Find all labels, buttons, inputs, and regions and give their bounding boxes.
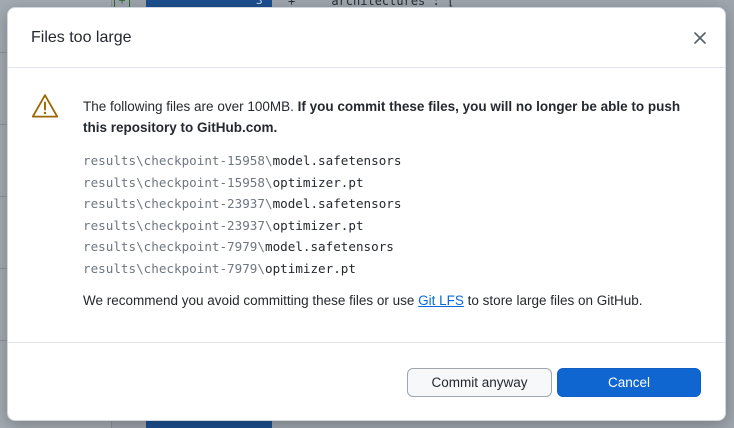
background-line-number: 3 — [256, 0, 263, 7]
dialog-body: The following files are over 100MB. If y… — [8, 69, 725, 343]
file-item: results\checkpoint-7979\model.safetensor… — [83, 236, 401, 258]
file-directory: results\checkpoint-15958\ — [83, 153, 273, 168]
file-item: results\checkpoint-23937\model.safetenso… — [83, 193, 401, 215]
file-name: optimizer.pt — [272, 174, 364, 190]
close-button[interactable] — [689, 27, 711, 49]
warning-message: The following files are over 100MB. If y… — [83, 96, 693, 138]
recommendation-text: We recommend you avoid committing these … — [83, 291, 703, 311]
warning-triangle-icon — [31, 94, 59, 118]
file-name: model.safetensors — [272, 153, 402, 168]
file-directory: results\checkpoint-15958\ — [83, 174, 273, 190]
large-file-list: results\checkpoint-15958\model.safetenso… — [83, 150, 401, 279]
file-name: model.safetensors — [272, 196, 402, 211]
file-item: results\checkpoint-7979\optimizer.pt — [83, 258, 401, 280]
file-name: optimizer.pt — [264, 260, 356, 276]
file-directory: results\checkpoint-7979\ — [83, 260, 265, 276]
file-name: optimizer.pt — [272, 217, 364, 233]
file-directory: results\checkpoint-23937\ — [83, 217, 273, 233]
git-lfs-link[interactable]: Git LFS — [418, 293, 464, 308]
file-item: results\checkpoint-15958\model.safetenso… — [83, 150, 401, 172]
cancel-button[interactable]: Cancel — [557, 368, 701, 397]
file-name: model.safetensors — [264, 239, 394, 254]
warning-message-text: The following files are over 100MB. — [83, 99, 298, 114]
close-icon — [694, 32, 706, 44]
files-too-large-dialog: Files too large The following files are … — [7, 7, 726, 421]
dialog-footer: Commit anyway Cancel — [8, 342, 725, 422]
recommendation-after: to store large files on GitHub. — [463, 293, 643, 308]
file-directory: results\checkpoint-23937\ — [83, 196, 273, 211]
dialog-title: Files too large — [31, 29, 132, 46]
file-item: results\checkpoint-15958\optimizer.pt — [83, 172, 401, 194]
recommendation-before: We recommend you avoid committing these … — [83, 293, 419, 308]
file-directory: results\checkpoint-7979\ — [83, 239, 265, 254]
file-item: results\checkpoint-23937\optimizer.pt — [83, 215, 401, 237]
commit-anyway-button[interactable]: Commit anyway — [407, 368, 552, 397]
dialog-header: Files too large — [8, 8, 725, 68]
